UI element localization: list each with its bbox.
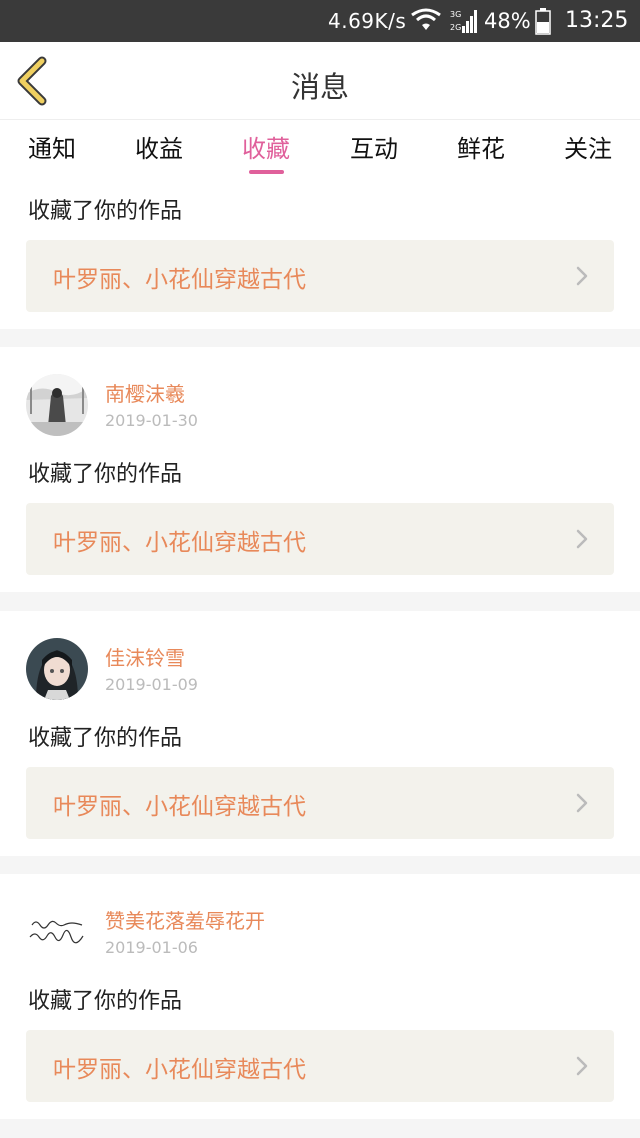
battery-icon (535, 8, 551, 35)
tab-flowers[interactable]: 鲜花 (441, 129, 521, 164)
message-card: 收藏了你的作品 叶罗丽、小花仙穿越古代 (0, 179, 640, 329)
network-speed: 4.69K/s (328, 9, 407, 33)
message-action: 收藏了你的作品 (28, 726, 183, 751)
chevron-right-icon (576, 266, 588, 286)
work-title: 叶罗丽、小花仙穿越古代 (53, 267, 306, 293)
message-date: 2019-01-09 (105, 675, 198, 694)
svg-text:3G: 3G (450, 10, 461, 19)
username[interactable]: 佳沫铃雪 (105, 642, 185, 671)
message-action: 收藏了你的作品 (28, 462, 183, 487)
message-card: 赞美花落羞辱花开 2019-01-06 收藏了你的作品 叶罗丽、小花仙穿越古代 (0, 874, 640, 1119)
page-title: 消息 (290, 70, 349, 104)
chevron-right-icon (576, 529, 588, 549)
message-list: 收藏了你的作品 叶罗丽、小花仙穿越古代 南樱沫羲 2019-01-30 收藏了你… (0, 179, 640, 1138)
tab-following[interactable]: 关注 (548, 129, 628, 164)
tab-bar: 通知 收益 收藏 互动 鲜花 关注 (0, 121, 640, 179)
work-title: 叶罗丽、小花仙穿越古代 (53, 530, 306, 556)
work-link[interactable]: 叶罗丽、小花仙穿越古代 (26, 240, 614, 312)
tab-notice[interactable]: 通知 (12, 129, 92, 164)
avatar[interactable] (26, 638, 88, 700)
active-tab-indicator (249, 170, 284, 174)
username[interactable]: 南樱沫羲 (105, 378, 185, 407)
battery-percent: 48% (484, 9, 531, 33)
tab-favorites[interactable]: 收藏 (226, 129, 306, 164)
message-action: 收藏了你的作品 (28, 199, 183, 224)
work-title: 叶罗丽、小花仙穿越古代 (53, 794, 306, 820)
message-card: 南樱沫羲 2019-01-30 收藏了你的作品 叶罗丽、小花仙穿越古代 (0, 347, 640, 592)
chevron-right-icon (576, 1056, 588, 1076)
message-card: 佳沫铃雪 2019-01-09 收藏了你的作品 叶罗丽、小花仙穿越古代 (0, 611, 640, 856)
tab-interaction[interactable]: 互动 (334, 129, 414, 164)
work-title: 叶罗丽、小花仙穿越古代 (53, 1057, 306, 1083)
app-header: 消息 (0, 42, 640, 120)
tab-earnings[interactable]: 收益 (119, 129, 199, 164)
username[interactable]: 赞美花落羞辱花开 (105, 905, 265, 934)
avatar[interactable] (26, 901, 88, 963)
clock: 13:25 (565, 8, 629, 33)
message-date: 2019-01-30 (105, 411, 198, 430)
work-link[interactable]: 叶罗丽、小花仙穿越古代 (26, 767, 614, 839)
status-bar: 4.69K/s 3G 2G 48% 13:25 (0, 0, 640, 42)
svg-text:2G: 2G (450, 23, 461, 32)
signal-3g-icon: 3G 2G (450, 10, 477, 33)
avatar[interactable] (26, 374, 88, 436)
chevron-right-icon (576, 793, 588, 813)
message-action: 收藏了你的作品 (28, 989, 183, 1014)
message-date: 2019-01-06 (105, 938, 198, 957)
work-link[interactable]: 叶罗丽、小花仙穿越古代 (26, 1030, 614, 1102)
wifi-icon (411, 8, 441, 30)
work-link[interactable]: 叶罗丽、小花仙穿越古代 (26, 503, 614, 575)
